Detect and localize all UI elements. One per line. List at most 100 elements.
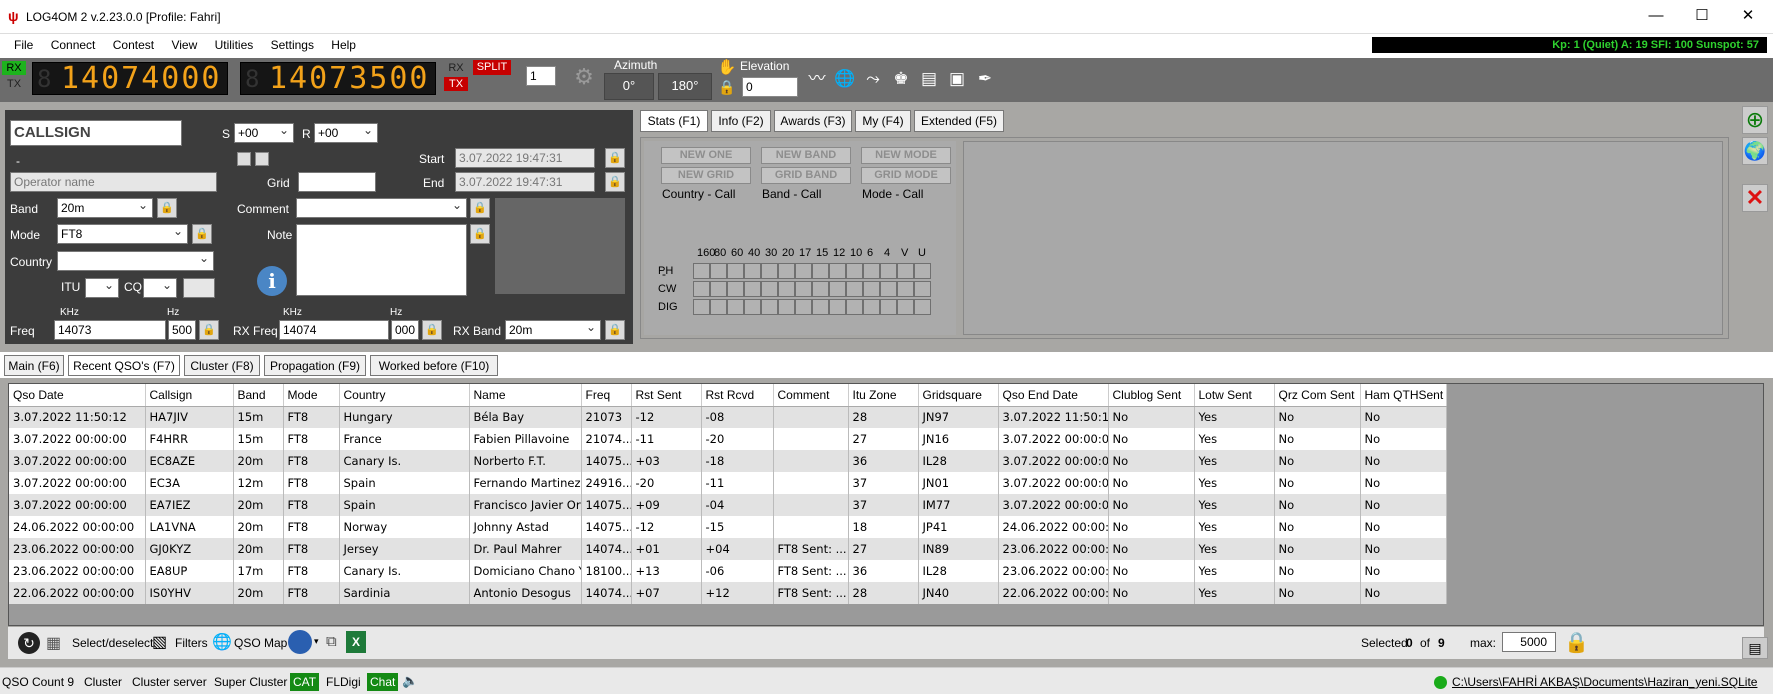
rxfreq-lock-icon[interactable]: 🔒 <box>422 320 442 340</box>
main-frequency-display[interactable]: 8 14074000 <box>32 62 228 95</box>
cluster-server-status[interactable]: Cluster server <box>132 675 207 689</box>
window-icon[interactable]: ⧉ <box>326 633 337 650</box>
vfo-spinner[interactable]: 1 <box>526 66 556 86</box>
refresh-icon[interactable]: ↻ <box>18 632 40 654</box>
chat-status[interactable]: Chat <box>367 673 399 691</box>
column-header[interactable]: Clublog Sent <box>1108 384 1195 407</box>
flag-box-1[interactable] <box>237 152 251 166</box>
pen-icon[interactable]: ✒ <box>974 68 996 90</box>
tab-main[interactable]: Main (F6) <box>4 355 64 376</box>
table-row[interactable]: 22.06.2022 00:00:00 IS0YHV 20m FT8 Sardinia A… <box>9 582 1447 604</box>
tab-propagation[interactable]: Propagation (F9) <box>264 355 366 376</box>
note-textarea[interactable] <box>296 224 467 296</box>
filter-icon[interactable]: ▧ <box>152 632 167 652</box>
table-row[interactable]: 3.07.2022 00:00:00 EC8AZE 20m FT8 Canary Is.… <box>9 450 1447 472</box>
mode-select[interactable]: FT8 <box>57 224 188 244</box>
grid-input[interactable] <box>298 172 376 192</box>
chess-king-icon[interactable]: ♚ <box>890 68 912 90</box>
menu-connect[interactable]: Connect <box>45 34 104 52</box>
excel-icon[interactable]: X <box>346 631 366 653</box>
max-lock-icon[interactable]: 🔒 <box>1564 630 1589 655</box>
column-header[interactable]: Comment <box>773 384 849 407</box>
satellite-icon[interactable]: ⤳ <box>862 68 884 90</box>
rxfreq-hz-input[interactable]: 000 <box>391 320 419 340</box>
note-lock-icon[interactable]: 🔒 <box>470 224 490 244</box>
cat-status[interactable]: CAT <box>290 673 320 691</box>
tab-my[interactable]: My (F4) <box>855 110 911 132</box>
map-globe-icon[interactable]: 🌐 <box>212 632 232 652</box>
menu-file[interactable]: File <box>8 34 41 52</box>
callsign-input[interactable]: CALLSIGN <box>10 120 182 146</box>
table-row[interactable]: 3.07.2022 00:00:00 F4HRR 15m FT8 France Fabie… <box>9 428 1447 450</box>
flag-box-2[interactable] <box>255 152 269 166</box>
delete-icon[interactable]: ✕ <box>1742 184 1768 212</box>
operator-name-input[interactable]: Operator name <box>10 172 217 192</box>
rst-sent-select[interactable]: +00 <box>234 123 294 143</box>
add-icon[interactable]: ⊕ <box>1742 106 1768 134</box>
table-row[interactable]: 3.07.2022 11:50:12 HA7JIV 15m FT8 Hungary Bél… <box>9 406 1447 428</box>
qso-map-button[interactable]: QSO Map <box>234 636 287 650</box>
comment-lock-icon[interactable]: 🔒 <box>470 198 490 218</box>
minimize-button[interactable]: — <box>1636 4 1676 28</box>
tab-stats[interactable]: Stats (F1) <box>640 110 708 132</box>
itu-select[interactable] <box>85 278 119 298</box>
speaker-icon[interactable]: 🔈 <box>402 673 418 689</box>
end-time-input[interactable]: 3.07.2022 19:47:31 <box>455 172 595 192</box>
maximize-button[interactable]: ☐ <box>1682 4 1722 28</box>
tab-cluster[interactable]: Cluster (F8) <box>184 355 260 376</box>
cluster-status[interactable]: Cluster <box>84 675 122 689</box>
select-grid-icon[interactable]: ▦ <box>46 633 61 653</box>
cq-select[interactable] <box>143 278 177 298</box>
fldigi-status[interactable]: FLDigi <box>326 675 361 689</box>
earth-icon[interactable] <box>288 630 312 654</box>
rxband-lock-icon[interactable]: 🔒 <box>605 320 625 340</box>
freq-khz-input[interactable]: 14073 <box>54 320 166 340</box>
tab-extended[interactable]: Extended (F5) <box>914 110 1004 132</box>
column-header[interactable]: Ham QTHSent <box>1360 384 1447 407</box>
column-header[interactable]: Gridsquare <box>918 384 999 407</box>
tab-recent-qsos[interactable]: Recent QSO's (F7) <box>68 355 180 376</box>
rxfreq-khz-input[interactable]: 14074 <box>279 320 389 340</box>
band-lock-icon[interactable]: 🔒 <box>157 198 177 218</box>
panel-icon[interactable]: ▤ <box>1742 637 1768 659</box>
column-header[interactable]: Qso End Date <box>998 384 1109 407</box>
column-header[interactable]: Lotw Sent <box>1194 384 1275 407</box>
gear-icon[interactable]: ⚙ <box>573 66 595 88</box>
select-deselect-button[interactable]: Select/deselect <box>72 636 153 650</box>
lock-icon[interactable]: 🔒 <box>716 76 738 98</box>
column-header[interactable]: Qso Date <box>9 384 146 407</box>
server-icon[interactable]: ▤ <box>918 68 940 90</box>
elevation-input[interactable]: 0 <box>742 77 798 97</box>
table-row[interactable]: 3.07.2022 00:00:00 EC3A 12m FT8 Spain Fernand… <box>9 472 1447 494</box>
column-header[interactable]: Band <box>233 384 284 407</box>
globe-icon[interactable]: 🌐 <box>834 68 856 90</box>
freq-hz-input[interactable]: 500 <box>168 320 196 340</box>
rst-rcvd-select[interactable]: +00 <box>314 123 378 143</box>
radio-icon[interactable]: ▣ <box>946 68 968 90</box>
end-lock-icon[interactable]: 🔒 <box>605 172 625 192</box>
freq-lock-icon[interactable]: 🔒 <box>199 320 219 340</box>
comment-select[interactable] <box>296 198 467 218</box>
rss-icon[interactable]: 〰 <box>806 68 828 90</box>
menu-utilities[interactable]: Utilities <box>209 34 262 52</box>
band-select[interactable]: 20m <box>57 198 153 218</box>
max-input[interactable]: 5000 <box>1502 632 1556 652</box>
rx-frequency-display[interactable]: 8 14073500 <box>240 62 436 95</box>
world-icon[interactable]: 🌍 <box>1742 137 1768 165</box>
split-button[interactable]: SPLIT <box>473 60 511 75</box>
column-header[interactable]: Country <box>339 384 470 407</box>
azimuth-180-button[interactable]: 180° <box>658 73 712 100</box>
column-header[interactable]: Qrz Com Sent <box>1274 384 1361 407</box>
mode-lock-icon[interactable]: 🔒 <box>192 224 212 244</box>
start-time-input[interactable]: 3.07.2022 19:47:31 <box>455 148 595 168</box>
menu-settings[interactable]: Settings <box>265 34 322 52</box>
column-header[interactable]: Rst Sent <box>631 384 702 407</box>
column-header[interactable]: Name <box>469 384 582 407</box>
menu-help[interactable]: Help <box>325 34 364 52</box>
rxband-select[interactable]: 20m <box>505 320 601 340</box>
start-lock-icon[interactable]: 🔒 <box>605 148 625 168</box>
azimuth-0-button[interactable]: 0° <box>604 73 654 100</box>
menu-view[interactable]: View <box>165 34 205 52</box>
column-header[interactable]: Callsign <box>145 384 234 407</box>
chevron-down-icon[interactable]: ▾ <box>314 636 319 647</box>
